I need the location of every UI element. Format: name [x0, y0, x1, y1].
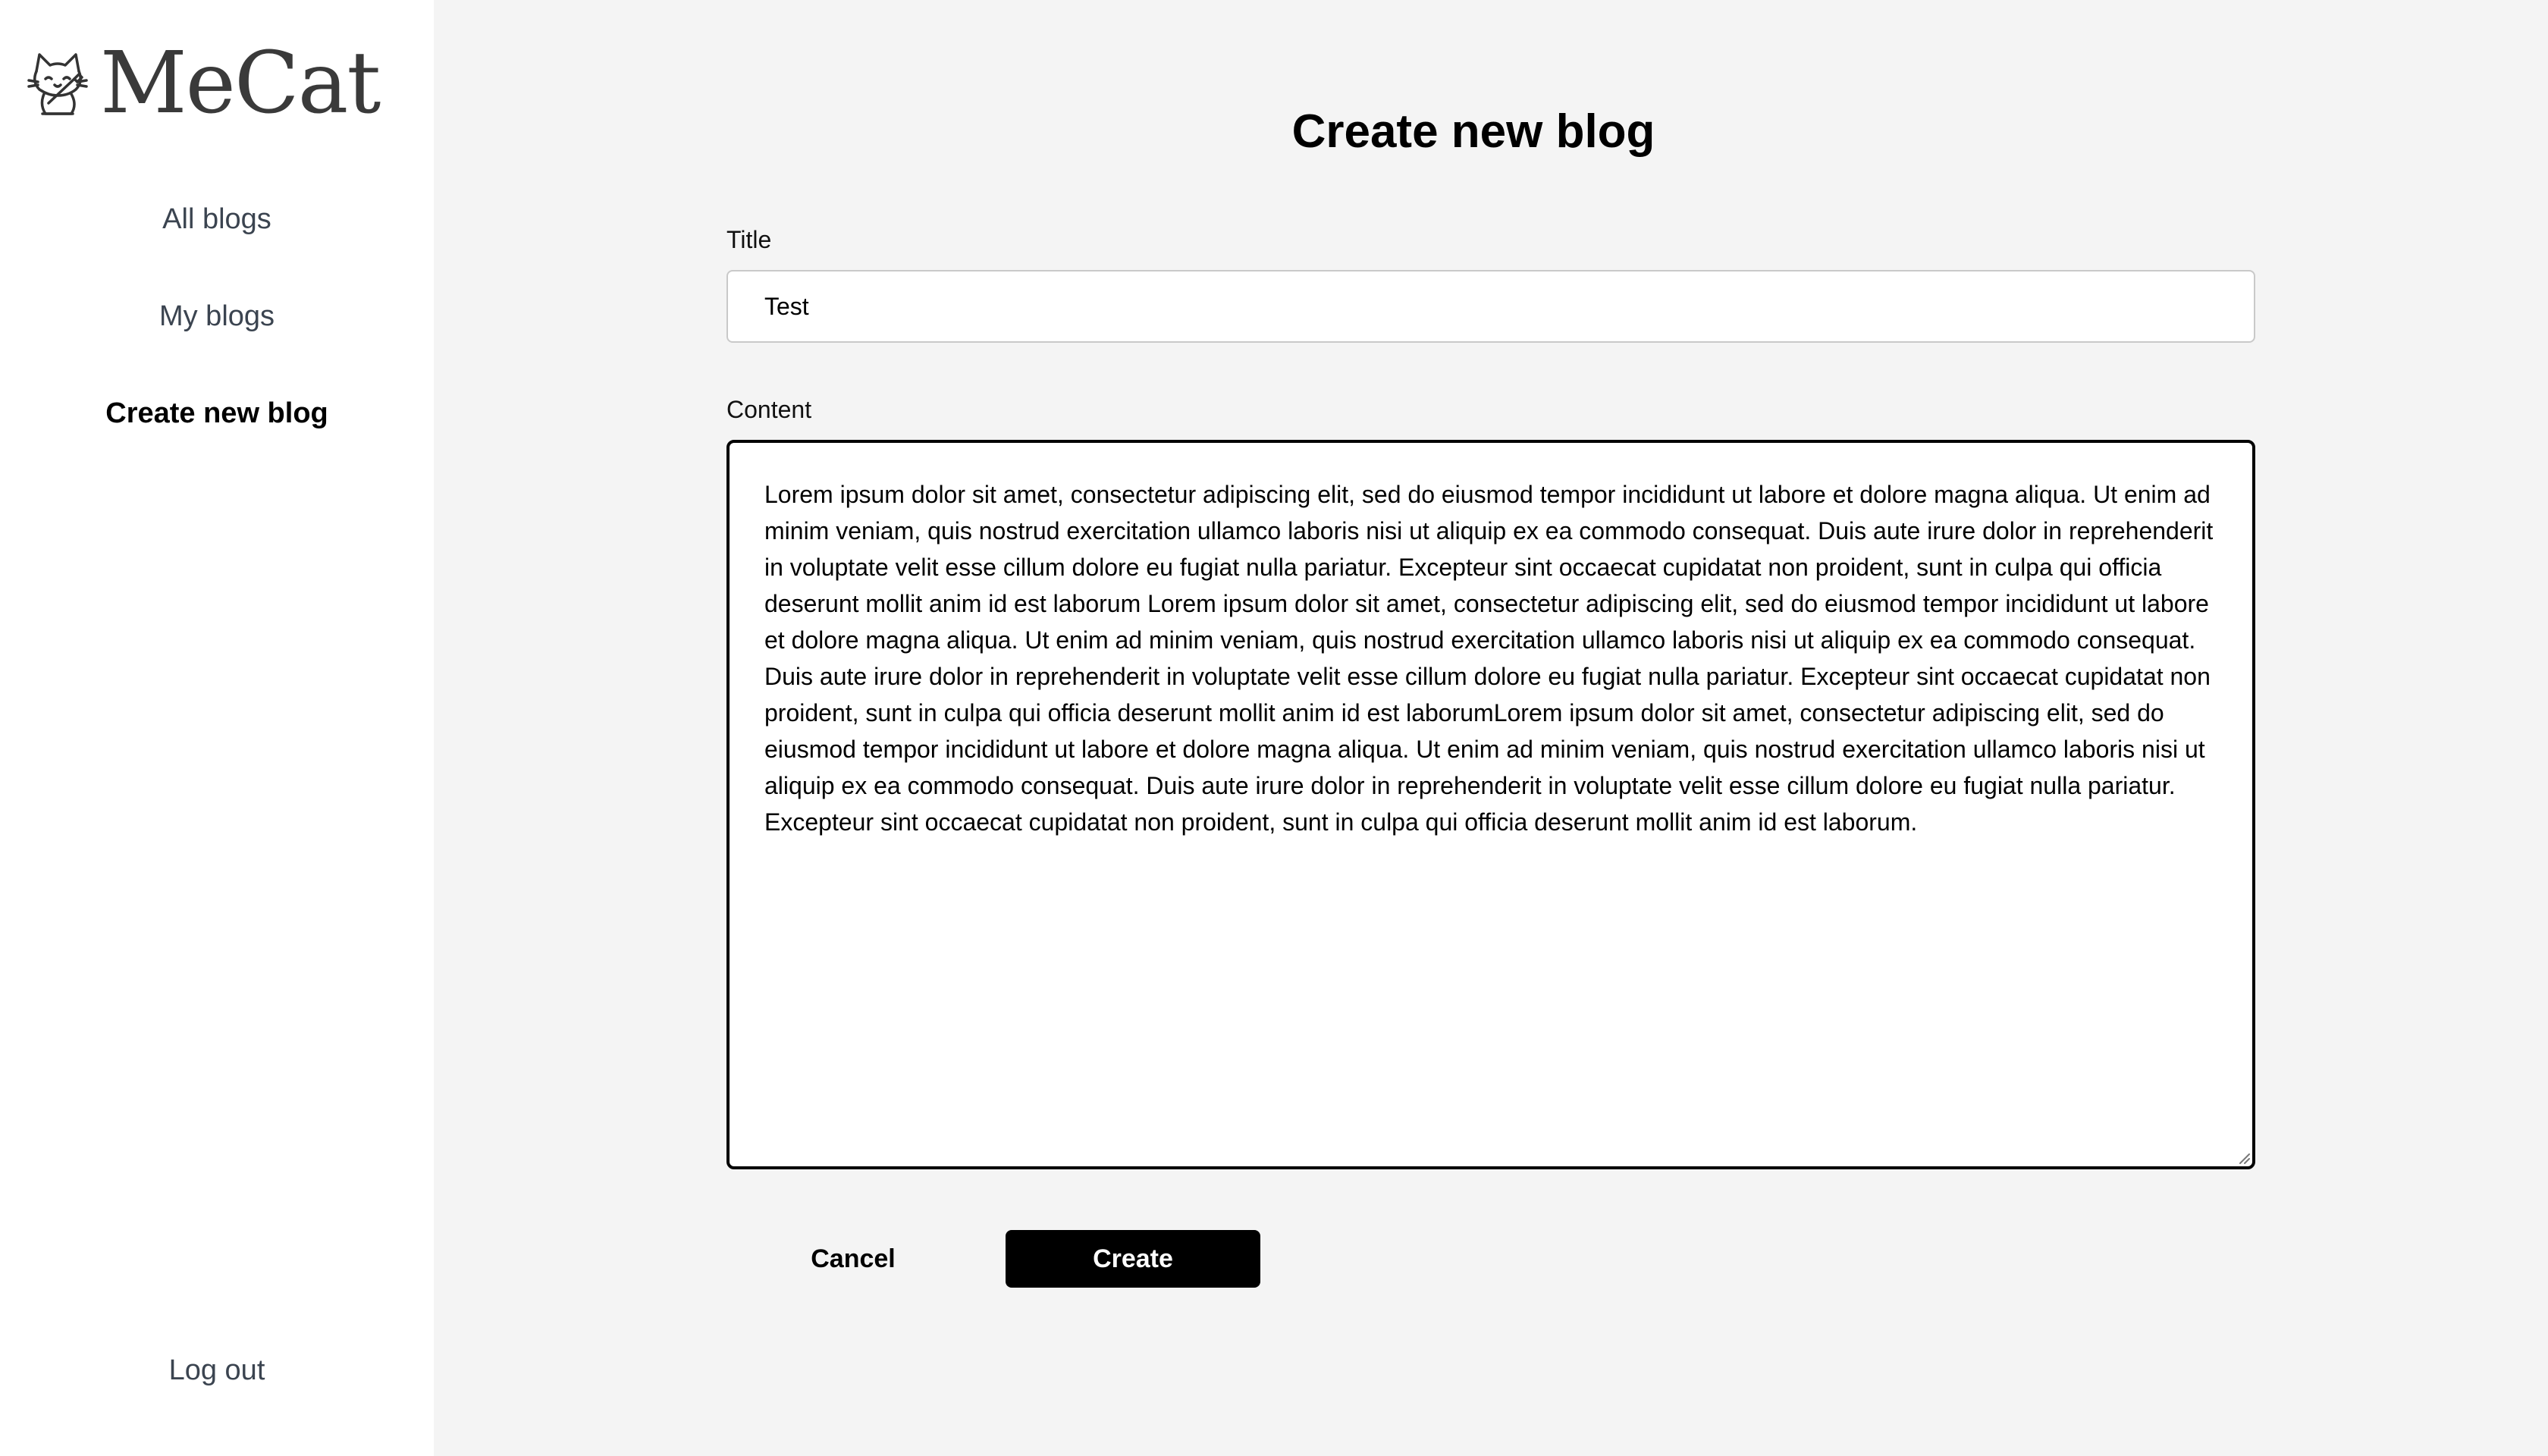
create-button[interactable]: Create [1006, 1230, 1260, 1288]
app-window: MeCat All blogs My blogs Create new blog… [0, 0, 2548, 1456]
title-label: Title [726, 226, 772, 253]
cancel-button[interactable]: Cancel [774, 1230, 933, 1288]
resize-handle-icon[interactable] [2237, 1151, 2251, 1165]
cat-writing-icon [27, 53, 88, 115]
logout-link[interactable]: Log out [0, 1354, 434, 1387]
brand-logo[interactable]: MeCat [26, 34, 381, 133]
nav-create-new-blog[interactable]: Create new blog [0, 397, 434, 430]
title-input[interactable] [726, 270, 2255, 343]
content-textarea[interactable]: Lorem ipsum dolor sit amet, consectetur … [726, 440, 2255, 1169]
sidebar: MeCat All blogs My blogs Create new blog… [0, 0, 434, 1456]
content-label: Content [726, 396, 812, 423]
page-title: Create new blog [1291, 105, 1655, 158]
nav-all-blogs[interactable]: All blogs [0, 203, 434, 236]
brand-name: MeCat [100, 34, 381, 133]
nav-my-blogs[interactable]: My blogs [0, 300, 434, 333]
